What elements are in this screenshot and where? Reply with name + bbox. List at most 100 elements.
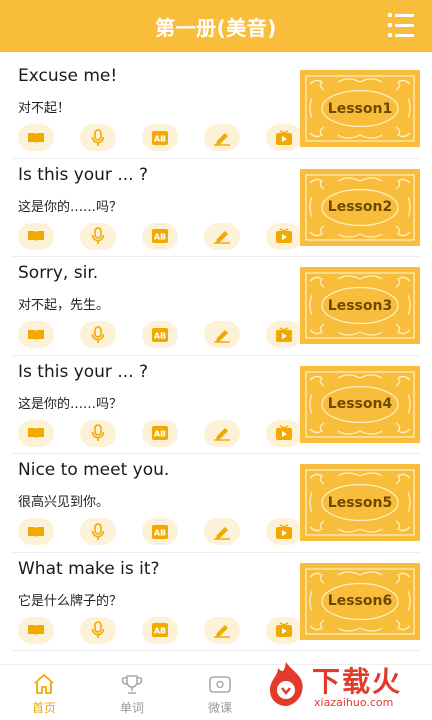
microphone-icon bbox=[91, 522, 105, 541]
video-button[interactable] bbox=[266, 124, 302, 151]
tab-microclass-label: 微课 bbox=[207, 701, 232, 715]
ab-button[interactable]: AB bbox=[142, 419, 178, 447]
tab-home-label: 首页 bbox=[31, 701, 56, 715]
video-button[interactable] bbox=[266, 321, 302, 348]
video-button[interactable] bbox=[266, 616, 302, 644]
book-button[interactable] bbox=[18, 222, 54, 250]
microphone-icon bbox=[91, 424, 105, 442]
microphone-icon bbox=[91, 227, 105, 245]
ab-icon: AB bbox=[151, 622, 169, 638]
microphone-icon bbox=[91, 128, 105, 147]
video-camera-icon bbox=[209, 676, 231, 693]
svg-text:AB: AB bbox=[154, 528, 166, 537]
lesson-title: What make is it? bbox=[18, 558, 160, 579]
video-icon bbox=[275, 326, 293, 343]
lesson-list: Excuse me! 对不起！ AB Lesson1 Is this your ... … bbox=[0, 60, 432, 651]
microphone-button[interactable] bbox=[80, 419, 116, 447]
ab-icon: AB bbox=[151, 524, 169, 540]
book-button[interactable] bbox=[18, 616, 54, 644]
book-icon bbox=[27, 623, 45, 637]
pencil-button[interactable] bbox=[204, 321, 240, 348]
pencil-button[interactable] bbox=[204, 616, 240, 644]
microphone-button[interactable] bbox=[80, 616, 116, 644]
lesson-cover[interactable]: Lesson2 bbox=[300, 168, 420, 246]
svg-text:AB: AB bbox=[154, 331, 166, 340]
lesson-cover-label: Lesson5 bbox=[327, 494, 393, 511]
svg-text:AB: AB bbox=[154, 233, 166, 242]
page-title: 第一册(美音) bbox=[155, 15, 277, 40]
book-icon bbox=[27, 426, 45, 440]
bottom-tab-bar: 首页 单词 微课 下载火 xiazaihuo.com bbox=[0, 662, 432, 720]
video-icon bbox=[275, 129, 293, 146]
ab-button[interactable]: AB bbox=[142, 616, 178, 644]
book-button[interactable] bbox=[18, 124, 54, 151]
lesson-cover-label: Lesson2 bbox=[327, 199, 393, 215]
header-bar: 第一册(美音) bbox=[0, 0, 432, 52]
book-button[interactable] bbox=[18, 321, 54, 348]
trophy-icon bbox=[121, 675, 143, 694]
microphone-icon bbox=[91, 325, 105, 344]
pencil-button[interactable] bbox=[204, 124, 240, 151]
pencil-button[interactable] bbox=[204, 518, 240, 545]
lesson-title: Sorry, sir. bbox=[18, 263, 99, 283]
pencil-icon bbox=[212, 622, 232, 638]
svg-text:AB: AB bbox=[154, 627, 166, 636]
book-icon bbox=[27, 328, 45, 342]
lesson-cover[interactable]: Lesson1 bbox=[300, 70, 420, 147]
video-button[interactable] bbox=[266, 222, 302, 250]
lesson-actions: AB bbox=[18, 419, 328, 447]
microphone-button[interactable] bbox=[80, 124, 116, 151]
pencil-icon bbox=[212, 425, 232, 441]
lesson-subtitle: 这是你的……吗？ bbox=[18, 396, 123, 412]
watermark-logo: 下载火 xiazaihuo.com bbox=[256, 656, 426, 712]
watermark-url: xiazaihuo.com bbox=[314, 696, 394, 709]
lesson-cover[interactable]: Lesson5 bbox=[300, 464, 420, 541]
lesson-actions: AB bbox=[18, 222, 328, 250]
lesson-cover[interactable]: Lesson6 bbox=[300, 562, 420, 640]
lesson-cover[interactable]: Lesson4 bbox=[300, 365, 420, 443]
lesson-cover-label: Lesson3 bbox=[327, 297, 393, 314]
lesson-row[interactable]: Excuse me! 对不起！ AB Lesson1 bbox=[12, 60, 420, 159]
lesson-actions: AB bbox=[18, 124, 328, 151]
lesson-row[interactable]: Nice to meet you. 很高兴见到你。 AB Lesson5 bbox=[12, 454, 420, 553]
lesson-subtitle: 很高兴见到你。 bbox=[18, 495, 110, 510]
lesson-title: Is this your ... ? bbox=[18, 164, 148, 185]
ab-button[interactable]: AB bbox=[142, 124, 178, 151]
lesson-cover[interactable]: Lesson3 bbox=[300, 267, 420, 344]
tab-words[interactable]: 单词 bbox=[88, 665, 176, 720]
book-icon bbox=[27, 525, 45, 539]
lesson-row[interactable]: Is this your ... ? 这是你的……吗？ AB Lesson2 bbox=[12, 159, 420, 257]
lesson-subtitle: 对不起！ bbox=[18, 101, 71, 116]
svg-text:AB: AB bbox=[154, 430, 166, 439]
microphone-button[interactable] bbox=[80, 321, 116, 348]
pencil-button[interactable] bbox=[204, 419, 240, 447]
tab-microclass[interactable]: 微课 bbox=[176, 665, 264, 720]
pencil-icon bbox=[212, 130, 232, 146]
video-icon bbox=[275, 622, 293, 638]
microphone-button[interactable] bbox=[80, 222, 116, 250]
video-icon bbox=[275, 425, 293, 441]
pencil-icon bbox=[212, 524, 232, 540]
lesson-row[interactable]: Sorry, sir. 对不起，先生。 AB Lesson3 bbox=[12, 257, 420, 356]
home-icon bbox=[34, 674, 54, 694]
lesson-title: Nice to meet you. bbox=[18, 460, 170, 480]
ab-button[interactable]: AB bbox=[142, 321, 178, 348]
book-button[interactable] bbox=[18, 419, 54, 447]
ab-icon: AB bbox=[151, 425, 169, 441]
ab-button[interactable]: AB bbox=[142, 518, 178, 545]
ab-icon: AB bbox=[151, 327, 169, 343]
tab-home[interactable]: 首页 bbox=[0, 665, 88, 720]
menu-button[interactable] bbox=[388, 13, 414, 37]
video-button[interactable] bbox=[266, 518, 302, 545]
ab-button[interactable]: AB bbox=[142, 222, 178, 250]
video-icon bbox=[275, 228, 293, 244]
lesson-row[interactable]: What make is it? 它是什么牌子的？ AB Lesson6 bbox=[12, 553, 420, 651]
pencil-button[interactable] bbox=[204, 222, 240, 250]
lesson-row[interactable]: Is this your ... ? 这是你的……吗？ AB Lesson4 bbox=[12, 356, 420, 454]
lesson-actions: AB bbox=[18, 321, 328, 348]
video-button[interactable] bbox=[266, 419, 302, 447]
book-button[interactable] bbox=[18, 518, 54, 545]
lesson-subtitle: 这是你的……吗？ bbox=[18, 199, 123, 215]
book-icon bbox=[27, 131, 45, 145]
microphone-button[interactable] bbox=[80, 518, 116, 545]
